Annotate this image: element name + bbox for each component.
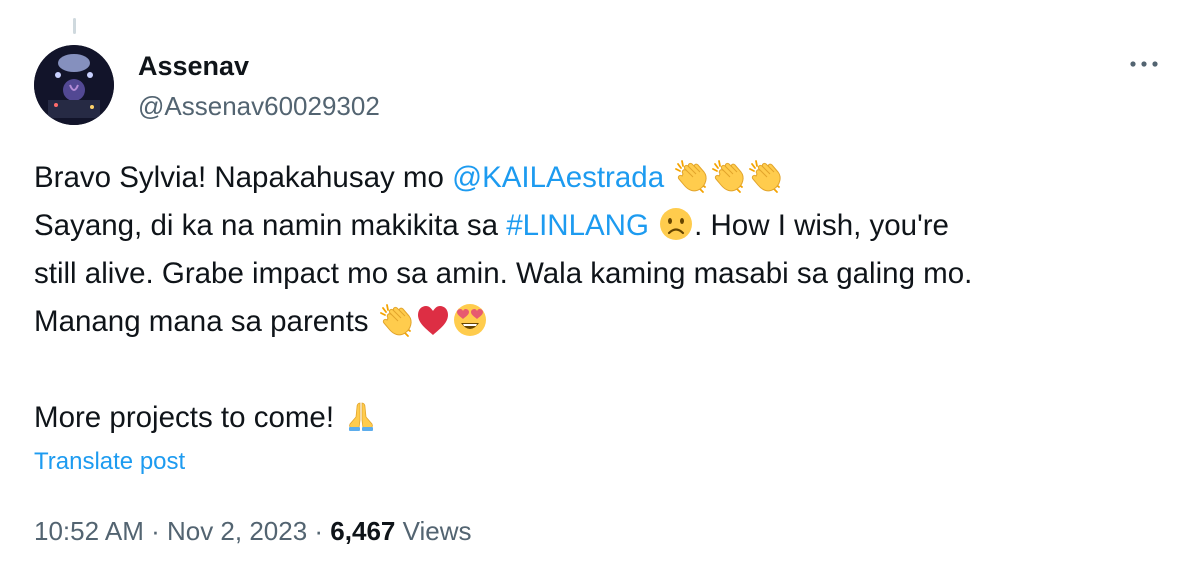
clapping-hands-emoji (673, 158, 709, 194)
post-date[interactable]: Nov 2, 2023 (167, 516, 307, 546)
heart-eyes-face-emoji (452, 302, 488, 338)
clapping-hands-emoji (378, 302, 414, 338)
clapping-hands-emoji (710, 158, 746, 194)
post-text-segment: . How I wish, you're (694, 209, 949, 242)
frowning-face-emoji (658, 206, 694, 242)
post-line-4: Manang mana sa parents (34, 298, 1164, 346)
avatar[interactable] (34, 45, 114, 125)
post-text-segment: Bravo Sylvia! Napakahusay mo (34, 161, 453, 194)
post-line-3: still alive. Grabe impact mo sa amin. Wa… (34, 257, 973, 290)
meta-separator: · (143, 516, 167, 546)
post-line-2: Sayang, di ka na namin makikita sa #LINL… (34, 202, 1164, 250)
author-handle[interactable]: @Assenav60029302 (138, 90, 380, 122)
post-meta: 10:52 AM · Nov 2, 2023 · 6,467 Views (34, 515, 471, 547)
translate-post-link[interactable]: Translate post (34, 447, 185, 477)
post-container: Assenav @Assenav60029302 Bravo Sylvia! N… (0, 0, 1194, 580)
post-text-segment: More projects to come! (34, 401, 343, 434)
post-line-1: Bravo Sylvia! Napakahusay mo @KAILAestra… (34, 154, 1164, 202)
author-display-name[interactable]: Assenav (138, 50, 249, 82)
more-horizontal-icon (1130, 61, 1158, 67)
thread-connector-line (73, 18, 76, 34)
more-options-button[interactable] (1124, 50, 1164, 78)
meta-separator: · (307, 516, 331, 546)
post-text: Bravo Sylvia! Napakahusay mo @KAILAestra… (34, 154, 1164, 442)
hashtag-link[interactable]: #LINLANG (506, 209, 649, 242)
post-text-segment: Sayang, di ka na namin makikita sa (34, 209, 507, 242)
clapping-hands-emoji (747, 158, 783, 194)
post-time[interactable]: 10:52 AM (34, 516, 144, 546)
post-text-segment: Manang mana sa parents (34, 305, 377, 338)
folded-hands-emoji (343, 398, 379, 434)
views-label: Views (395, 516, 472, 546)
red-heart-emoji (415, 302, 451, 338)
views-count[interactable]: 6,467 (330, 516, 395, 546)
post-line-5: More projects to come! (34, 394, 1164, 442)
mention-link[interactable]: @KAILAestrada (452, 161, 664, 194)
